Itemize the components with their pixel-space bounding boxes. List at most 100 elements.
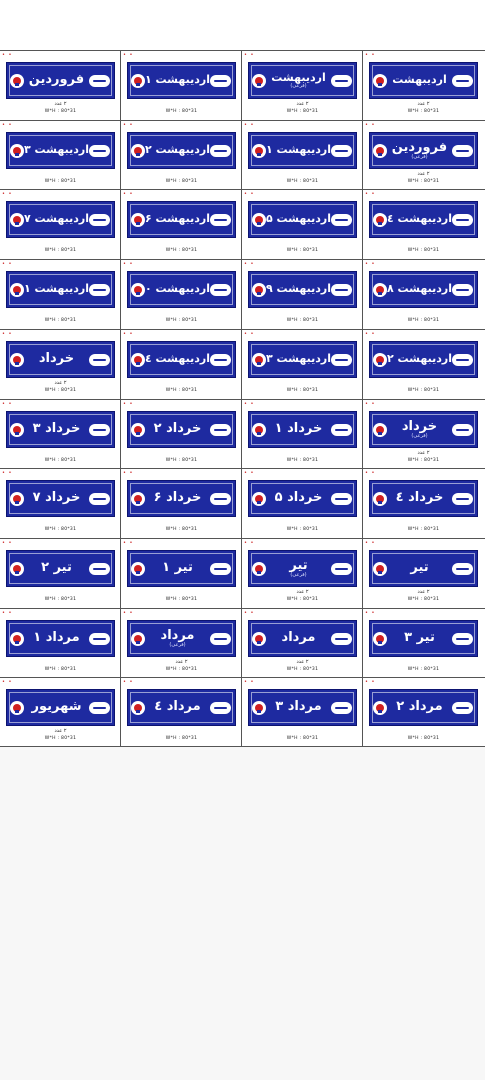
sign-subtext: (فرعی) [290, 571, 307, 578]
quantity-note: ۲ عدد [296, 589, 309, 595]
dimension-label: W*H : 80*31 [286, 318, 319, 323]
street-badge-icon [452, 492, 473, 505]
sign-label: اردیبهشت (فرعی) [266, 72, 331, 90]
dimension-label: W*H : 80*31 [407, 318, 440, 323]
street-sign: اردیبهشت ۱۳ [248, 341, 357, 378]
sign-label: اردیبهشت ١٤ [145, 353, 210, 365]
municipality-logo-icon [373, 422, 387, 437]
street-sign: اردیبهشت [369, 62, 478, 99]
sign-label: خرداد ۲ [145, 422, 210, 436]
dimension-label: W*H : 80*31 [286, 458, 319, 463]
sign-cell: • • خرداد ۳ W*H : 80*31 [0, 399, 121, 467]
dimension-label: W*H : 80*31 [165, 388, 198, 393]
sign-text: تیر ۲ [41, 561, 72, 576]
dimension-label: W*H : 80*31 [44, 597, 77, 602]
sign-cell: • • اردیبهشت ۵ W*H : 80*31 [242, 189, 363, 257]
sign-text: مرداد ۲ [396, 700, 443, 715]
corner-marks: • • [365, 540, 376, 546]
sign-cell: • • تیر ۲ W*H : 80*31 [0, 538, 121, 606]
corner-marks: • • [244, 191, 255, 197]
sign-text: اردیبهشت [392, 74, 447, 87]
sign-subtext: (فرعی) [169, 641, 186, 648]
sign-text: مرداد ٤ [154, 700, 201, 715]
sign-label: خرداد ۵ [266, 491, 331, 505]
municipality-logo-icon [10, 422, 24, 437]
sign-text: خرداد ۵ [274, 491, 323, 506]
corner-marks: • • [2, 470, 13, 476]
sign-text: اردیبهشت ۱۰ [145, 283, 210, 296]
street-badge-icon [89, 353, 110, 366]
dimension-label: W*H : 80*31 [165, 527, 198, 532]
corner-marks: • • [365, 122, 376, 128]
dimension-label: W*H : 80*31 [286, 179, 319, 184]
sign-label: مرداد ٤ [145, 700, 210, 714]
dimension-label: W*H : 80*31 [407, 248, 440, 253]
municipality-logo-icon [252, 352, 266, 367]
corner-marks: • • [365, 331, 376, 337]
sign-text: اردیبهشت ٤ [387, 213, 452, 226]
dimension-label: W*H : 80*31 [407, 667, 440, 672]
municipality-logo-icon [373, 212, 387, 227]
sign-label: اردیبهشت ۳ [24, 144, 89, 156]
sign-text: اردیبهشت ۱ [145, 74, 210, 87]
sign-cell: • • خرداد ۲ W*H : 80*31 [121, 399, 242, 467]
street-badge-icon [210, 74, 231, 87]
street-badge-icon [89, 144, 110, 157]
sign-label: خرداد (فرعی) [387, 420, 452, 440]
sign-text: مرداد [281, 631, 316, 646]
sign-text: اردیبهشت [271, 71, 326, 84]
street-sign: خرداد ۶ [127, 480, 236, 517]
dimension-label: W*H : 80*31 [165, 667, 198, 672]
sign-text: شهریور [31, 700, 82, 715]
street-badge-icon [331, 423, 352, 436]
dimension-label: W*H : 80*31 [165, 458, 198, 463]
sign-cell: • • مرداد ۲ عدد W*H : 80*31 [242, 608, 363, 676]
municipality-logo-icon [10, 352, 24, 367]
street-sign: اردیبهشت ۹ [248, 271, 357, 308]
sign-text: تیر [410, 561, 429, 576]
street-sign: تیر ۱ [127, 550, 236, 587]
sign-text: خرداد [401, 419, 438, 434]
street-badge-icon [210, 632, 231, 645]
street-sign: اردیبهشت ۱۰ [127, 271, 236, 308]
street-badge-icon [89, 632, 110, 645]
street-badge-icon [331, 701, 352, 714]
sign-text: اردیبهشت ۳ [24, 144, 89, 157]
dimension-label: W*H : 80*31 [286, 667, 319, 672]
sign-label: تیر (فرعی) [266, 559, 331, 579]
sign-subtext: (فرعی) [290, 82, 307, 89]
sign-cell: • • فروردین ۲ عدد W*H : 80*31 [0, 50, 121, 118]
corner-marks: • • [123, 470, 134, 476]
dimension-label: W*H : 80*31 [44, 667, 77, 672]
sign-cell: • • خرداد ۵ W*H : 80*31 [242, 468, 363, 536]
municipality-logo-icon [131, 212, 145, 227]
corner-marks: • • [244, 52, 255, 58]
sign-cell: • • مرداد ۲ W*H : 80*31 [363, 677, 484, 745]
street-sign: فروردین [6, 62, 115, 99]
municipality-logo-icon [252, 73, 266, 88]
street-badge-icon [452, 562, 473, 575]
quantity-note: ۲ عدد [417, 450, 430, 456]
sign-text: اردیبهشت ۹ [266, 283, 331, 296]
sign-cell: • • اردیبهشت ۱ W*H : 80*31 [242, 120, 363, 188]
quantity-note: ۲ عدد [417, 589, 430, 595]
sign-text: مرداد [160, 628, 195, 643]
grid-bottom-border [0, 746, 485, 747]
sign-cell: • • اردیبهشت ۲ عدد W*H : 80*31 [363, 50, 484, 118]
street-badge-icon [452, 283, 473, 296]
corner-marks: • • [244, 679, 255, 685]
sign-cell: • • اردیبهشت ۲ W*H : 80*31 [121, 120, 242, 188]
dimension-label: W*H : 80*31 [286, 736, 319, 741]
municipality-logo-icon [373, 143, 387, 158]
top-margin [0, 0, 485, 50]
dimension-label: W*H : 80*31 [407, 458, 440, 463]
sign-cell: • • مرداد ۱ W*H : 80*31 [0, 608, 121, 676]
municipality-logo-icon [131, 631, 145, 646]
sign-label: فروردین (فرعی) [387, 141, 452, 161]
street-badge-icon [331, 632, 352, 645]
street-badge-icon [452, 632, 473, 645]
street-sign: مرداد ٤ [127, 689, 236, 726]
corner-marks: • • [244, 261, 255, 267]
sign-cell: • • اردیبهشت ۶ W*H : 80*31 [121, 189, 242, 257]
street-sign: اردیبهشت ۱ [248, 132, 357, 169]
